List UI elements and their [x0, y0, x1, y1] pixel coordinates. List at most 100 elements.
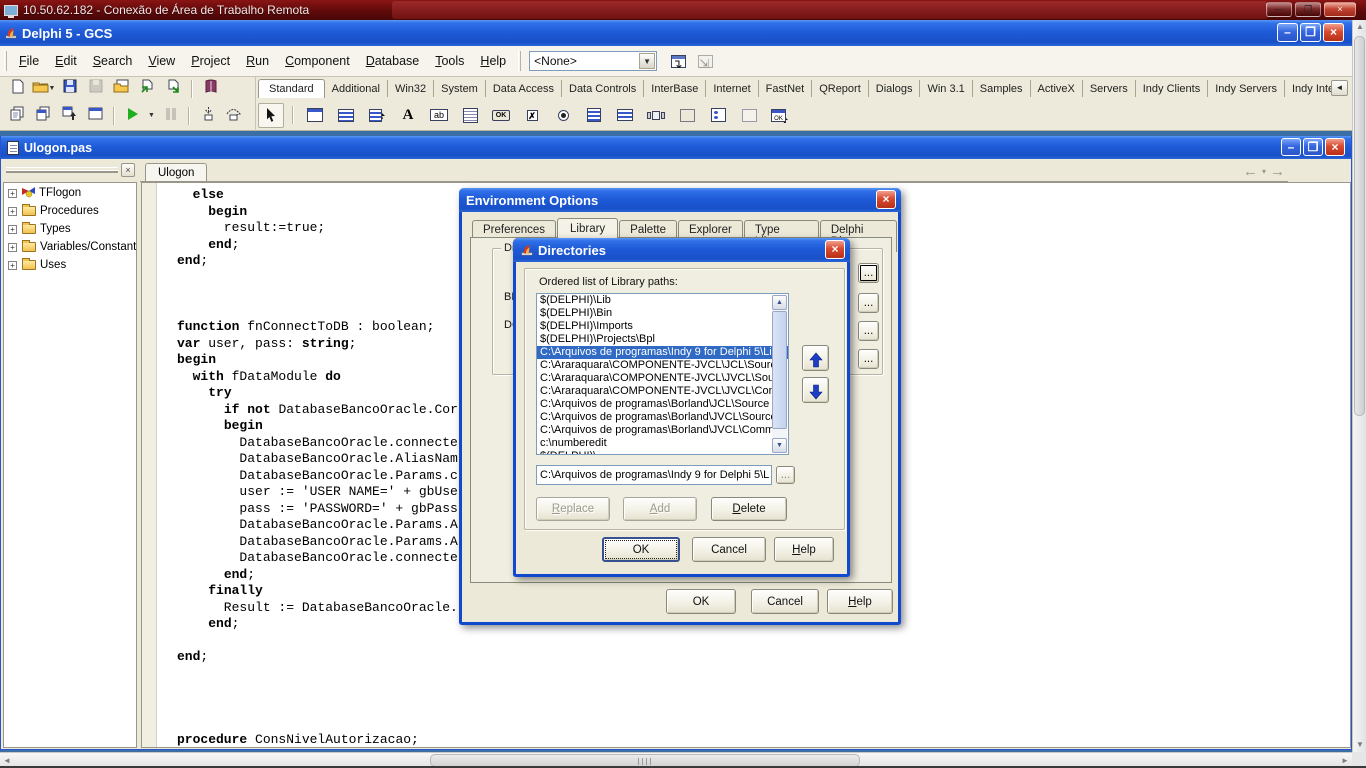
tcombobox-icon[interactable]: ▼ [612, 103, 638, 128]
library-path-item[interactable]: $(DELPHI)\Imports [537, 320, 788, 333]
library-path-item[interactable]: $(DELPHI)\Bin [537, 307, 788, 320]
palette-tab-activex[interactable]: ActiveX [1031, 80, 1083, 97]
listbox-scrollbar[interactable]: ▲ ▼ [772, 295, 787, 453]
tlistbox-icon[interactable] [581, 103, 607, 128]
library-path-item[interactable]: $(DELPHI)\Lib [537, 294, 788, 307]
rdp-vertical-scrollbar[interactable]: ▲ ▼ [1352, 20, 1366, 752]
scroll-down-icon[interactable]: ▼ [772, 438, 787, 453]
editor-close-button[interactable]: × [1325, 138, 1345, 156]
rdp-titlebar[interactable]: 10.50.62.182 - Conexão de Área de Trabal… [0, 0, 1366, 20]
move-up-button[interactable] [802, 345, 829, 371]
toggle-form-unit-button[interactable] [58, 106, 81, 126]
palette-tab-servers[interactable]: Servers [1083, 80, 1136, 97]
palette-tab-data-access[interactable]: Data Access [486, 80, 562, 97]
step-over-button[interactable] [222, 106, 245, 126]
remove-file-button[interactable] [162, 79, 185, 99]
scrollbar-thumb[interactable] [772, 311, 787, 429]
palette-tab-indy-intercepts[interactable]: Indy Intercepts [1285, 80, 1332, 97]
combobox-dropdown-icon[interactable]: ▼ [639, 53, 655, 69]
cancel-button[interactable]: Cancel [751, 589, 819, 614]
app-minimize-button[interactable]: – [1277, 23, 1298, 42]
add-button[interactable]: Add [623, 497, 697, 521]
save-desktop-button[interactable]: ↴ [667, 51, 690, 71]
rdp-scroll-down-icon[interactable]: ▼ [1353, 738, 1366, 752]
env-browse-button-4[interactable]: ... [858, 349, 879, 369]
path-browse-button[interactable]: ... [776, 466, 795, 484]
code-editor[interactable]: else begin result:=true; end; end; funct… [158, 187, 458, 748]
tree-item-procedures[interactable]: +Procedures [4, 203, 136, 219]
trace-into-button[interactable] [196, 106, 219, 126]
library-path-item[interactable]: C:\Arquivos de programas\Indy 9 for Delp… [537, 346, 788, 359]
cancel-button[interactable]: Cancel [692, 537, 766, 562]
menu-help[interactable]: Help [472, 50, 514, 72]
library-path-item-clipped[interactable]: $(DELPHI)\... [537, 450, 788, 455]
tree-item-uses[interactable]: +Uses [4, 257, 136, 273]
run-button[interactable] [121, 106, 144, 126]
code-explorer-splitter[interactable] [6, 167, 118, 173]
palette-tab-samples[interactable]: Samples [973, 80, 1031, 97]
editor-titlebar[interactable]: Ulogon.pas – ❐ × [1, 136, 1351, 159]
new-form-button[interactable] [84, 106, 107, 126]
expand-icon[interactable]: + [8, 207, 17, 216]
app-maximize-button[interactable]: ❐ [1300, 23, 1321, 42]
directories-close-button[interactable]: × [825, 240, 845, 259]
library-path-item[interactable]: C:\Arquivos de programas\Borland\JVCL\So… [537, 411, 788, 424]
tcheckbox-icon[interactable]: ✗ [519, 103, 545, 128]
library-path-item[interactable]: C:\Araraquara\COMPONENTE-JVCL\JVCL\Com [537, 385, 788, 398]
ok-button[interactable]: OK [602, 537, 680, 562]
palette-scroll-left-button[interactable]: ◄ [1331, 80, 1348, 96]
menu-run[interactable]: Run [238, 50, 277, 72]
tmainmenu-icon[interactable] [333, 103, 359, 128]
env-browse-button-2[interactable]: ... [858, 293, 879, 313]
tgroupbox-icon[interactable] [674, 103, 700, 128]
delete-button[interactable]: Delete [711, 497, 787, 521]
palette-tab-fastnet[interactable]: FastNet [759, 80, 813, 97]
expand-icon[interactable]: + [8, 225, 17, 234]
scroll-up-icon[interactable]: ▲ [772, 295, 787, 310]
rdp-scroll-up-icon[interactable]: ▲ [1353, 20, 1366, 34]
save-button[interactable] [58, 79, 81, 99]
palette-tab-internet[interactable]: Internet [706, 80, 758, 97]
delphi-titlebar[interactable]: Delphi 5 - GCS – ❐ × [0, 20, 1352, 46]
menu-tools[interactable]: Tools [427, 50, 472, 72]
palette-tab-additional[interactable]: Additional [325, 80, 388, 97]
tactionlist-icon[interactable]: OK [767, 103, 793, 128]
palette-tab-interbase[interactable]: InterBase [644, 80, 706, 97]
help-button[interactable]: Help [774, 537, 834, 562]
menu-edit[interactable]: Edit [47, 50, 85, 72]
menu-view[interactable]: View [140, 50, 183, 72]
tradiogroup-icon[interactable] [705, 103, 731, 128]
new-button[interactable] [6, 79, 29, 99]
add-file-button[interactable] [136, 79, 159, 99]
open-button[interactable]: ▼ [32, 79, 55, 99]
palette-tab-system[interactable]: System [434, 80, 486, 97]
library-path-item[interactable]: C:\Araraquara\COMPONENTE-JVCL\JVCL\Sour [537, 372, 788, 385]
tree-item-types[interactable]: +Types [4, 221, 136, 237]
rdp-minimize-button[interactable]: — [1266, 2, 1292, 17]
menu-project[interactable]: Project [183, 50, 238, 72]
env-browse-button-1[interactable]: ... [858, 263, 879, 283]
tscrollbar-icon[interactable] [643, 103, 669, 128]
library-path-item[interactable]: C:\Arquivos de programas\Borland\JCL\Sou… [537, 398, 788, 411]
code-explorer-close-icon[interactable]: × [121, 163, 135, 177]
tpopupmenu-icon[interactable] [364, 103, 390, 128]
open-dropdown-icon[interactable]: ▼ [49, 79, 56, 99]
palette-tab-win32[interactable]: Win32 [388, 80, 434, 97]
palette-tab-qreport[interactable]: QReport [812, 80, 869, 97]
menu-database[interactable]: Database [358, 50, 428, 72]
palette-tab-indy-clients[interactable]: Indy Clients [1136, 80, 1208, 97]
desktop-combobox[interactable]: <None> ▼ [529, 51, 657, 71]
tedit-icon[interactable]: ab [426, 103, 452, 128]
rdp-restore-button[interactable]: ❐ [1295, 2, 1321, 17]
save-all-button[interactable] [84, 79, 107, 99]
directories-titlebar[interactable]: Directories × [513, 238, 850, 262]
environment-options-close-button[interactable]: × [876, 190, 896, 209]
library-paths-listbox[interactable]: $(DELPHI)\Lib$(DELPHI)\Bin$(DELPHI)\Impo… [536, 293, 789, 455]
set-debug-desktop-button[interactable]: ⇲ [694, 51, 717, 71]
palette-tab-dialogs[interactable]: Dialogs [869, 80, 921, 97]
run-dropdown-icon[interactable]: ▼ [147, 106, 156, 126]
tree-item-tflogon[interactable]: +TFlogon [4, 185, 136, 201]
tree-item-variables-constants[interactable]: +Variables/Constants [4, 239, 136, 255]
library-path-item[interactable]: C:\Araraquara\COMPONENTE-JVCL\JCL\Sourc [537, 359, 788, 372]
environment-options-titlebar[interactable]: Environment Options × [459, 188, 901, 212]
